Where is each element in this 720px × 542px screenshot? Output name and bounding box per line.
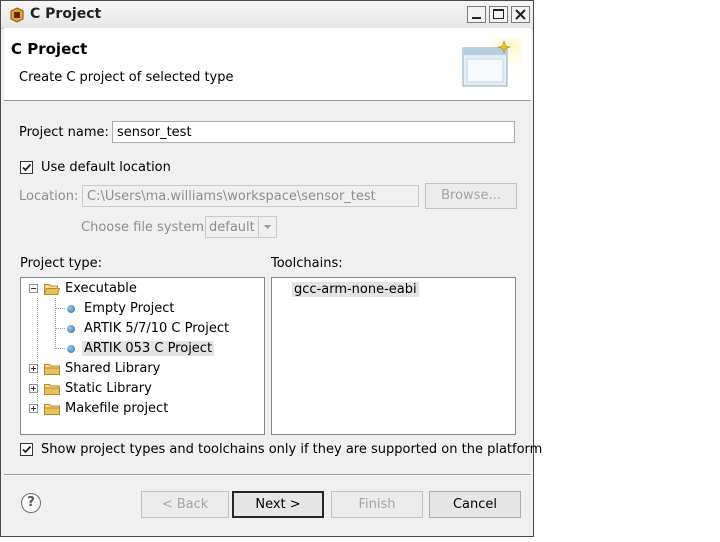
title-bar[interactable]: C Project [1, 1, 533, 29]
toolchain-item-label: gcc-arm-none-eabi [292, 282, 419, 297]
banner-title: C Project [11, 40, 88, 58]
c-project-dialog: C Project C Project Create C project of … [0, 0, 542, 537]
folder-icon [44, 404, 60, 415]
folder-icon [44, 364, 60, 375]
tree-item-label: Executable [65, 281, 137, 296]
window-title: C Project [30, 6, 102, 22]
tree-item-shared-library[interactable]: Shared Library [21, 359, 264, 379]
maximize-icon [493, 9, 504, 19]
project-name-label: Project name: [19, 125, 109, 140]
maximize-button[interactable] [489, 6, 508, 23]
show-supported-only-checkbox[interactable] [20, 443, 33, 456]
tree-item-executable[interactable]: Executable [21, 279, 264, 299]
banner-description: Create C project of selected type [19, 70, 234, 85]
close-icon [515, 9, 526, 20]
help-button[interactable]: ? [21, 493, 41, 513]
minimize-button[interactable] [467, 6, 486, 23]
tree-item-label: Empty Project [84, 301, 175, 316]
toolchains-label: Toolchains: [271, 256, 343, 271]
toolchain-item-gcc-arm-none-eabi[interactable]: gcc-arm-none-eabi [272, 280, 515, 300]
tree-item-label: ARTIK 053 C Project [82, 341, 215, 356]
use-default-location-label[interactable]: Use default location [41, 160, 171, 175]
eclipse-app-icon [10, 7, 24, 23]
template-bullet-icon [67, 305, 75, 313]
tree-item-makefile-project[interactable]: Makefile project [21, 399, 264, 419]
next-button[interactable]: Next > [232, 491, 324, 518]
chevron-down-icon [264, 225, 271, 229]
close-button[interactable] [511, 6, 530, 23]
checkmark-icon [22, 445, 32, 454]
back-button[interactable]: < Back [141, 491, 229, 518]
new-project-wizard-icon [460, 38, 522, 94]
project-type-label: Project type: [20, 256, 103, 271]
folder-open-icon [44, 284, 60, 295]
location-input[interactable] [82, 185, 419, 207]
collapse-icon[interactable] [29, 284, 38, 293]
tree-item-label: ARTIK 5/7/10 C Project [84, 321, 230, 336]
tree-item-label: Static Library [65, 381, 152, 396]
button-bar-separator [4, 474, 531, 476]
minimize-icon [472, 17, 481, 19]
tree-item-artik-5-7-10[interactable]: ARTIK 5/7/10 C Project [21, 319, 264, 339]
tree-item-artik-053[interactable]: ARTIK 053 C Project [21, 339, 264, 359]
tree-item-label: Makefile project [65, 401, 169, 416]
dropdown-arrow [258, 217, 276, 237]
checkmark-icon [22, 163, 32, 172]
show-supported-only-label[interactable]: Show project types and toolchains only i… [41, 442, 542, 457]
wizard-banner: C Project Create C project of selected t… [4, 28, 531, 101]
toolchains-list[interactable]: gcc-arm-none-eabi [271, 277, 516, 435]
cancel-button[interactable]: Cancel [429, 491, 521, 518]
expand-icon[interactable] [29, 404, 38, 413]
finish-button[interactable]: Finish [331, 491, 423, 518]
expand-icon[interactable] [29, 384, 38, 393]
location-label: Location: [19, 189, 79, 204]
tree-item-empty-project[interactable]: Empty Project [21, 299, 264, 319]
template-bullet-icon [67, 325, 75, 333]
project-type-tree[interactable]: Executable Empty Project ARTIK 5/7/10 C … [20, 277, 265, 435]
template-bullet-icon [67, 345, 75, 353]
use-default-location-checkbox[interactable] [20, 161, 33, 174]
file-system-select[interactable]: default [205, 216, 277, 238]
browse-button[interactable]: Browse... [425, 183, 517, 209]
project-name-input[interactable] [112, 121, 515, 143]
expand-icon[interactable] [29, 364, 38, 373]
folder-icon [44, 384, 60, 395]
tree-item-static-library[interactable]: Static Library [21, 379, 264, 399]
file-system-value: default [209, 220, 255, 235]
file-system-label: Choose file system: [81, 220, 209, 235]
tree-item-label: Shared Library [65, 361, 161, 376]
